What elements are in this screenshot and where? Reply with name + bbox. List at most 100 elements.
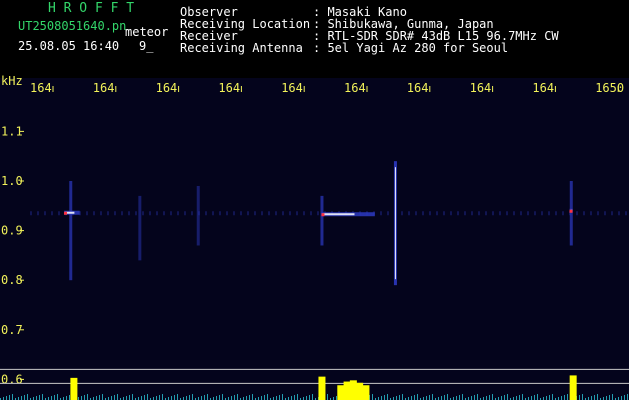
noise-floor-bar [24,395,25,400]
carrier-noise [436,211,438,216]
noise-floor-bar [207,394,208,400]
carrier-noise [296,211,298,216]
noise-floor-bar [132,394,133,400]
carrier-noise [548,211,550,216]
carrier-noise [184,211,186,216]
carrier-noise [191,211,193,216]
y-tick-label: 0.7 [1,323,23,337]
carrier-noise [233,211,235,216]
noise-floor-bar [234,395,235,400]
noise-floor-bar [399,395,400,400]
spectrogram-chart: kHz 164 164 164 164 164 164 164 164 164 1650 1.1 1… [0,74,629,400]
noise-floor-bar [189,395,190,400]
noise-floor-bar [582,394,583,400]
noise-floor-bar [294,395,295,400]
activity-bar [318,376,326,400]
noise-floor-bar [12,394,13,400]
carrier-noise [163,211,165,216]
x-tick-label: 164 [470,81,492,95]
carrier-noise [583,211,585,216]
y-tick-label: 1.1 [1,124,23,138]
noise-floor-bar [66,396,67,400]
noise-floor-bar [174,395,175,400]
carrier-noise [128,211,130,216]
x-tick-label: 164 [218,81,240,95]
noise-floor-bar [129,395,130,400]
carrier-noise [275,211,277,216]
noise-floor-bar [609,395,610,400]
noise-floor-bar [429,395,430,400]
noise-floor-bar [282,394,283,400]
carrier-noise [30,211,32,216]
y-tick-label: 1.0 [1,174,23,188]
carrier-noise [86,211,88,216]
noise-floor-bar [462,394,463,400]
noise-floor-bar [567,394,568,400]
noise-floor-bar [426,396,427,400]
noise-floor-bar [492,394,493,400]
noise-floor-bar [81,396,82,400]
noise-floor-bar [612,394,613,400]
carrier-noise [100,211,102,216]
noise-floor-bar [516,396,517,400]
carrier-noise [170,211,172,216]
noise-floor-bar [69,395,70,400]
noise-floor-bar [126,396,127,400]
carrier-noise [317,211,319,216]
noise-floor-bar [522,394,523,400]
activity-bar [356,382,364,400]
carrier-noise [499,211,501,216]
noise-floor-bar [102,394,103,400]
noise-floor-bar [561,396,562,400]
noise-floor-bar [456,396,457,400]
noise-floor-bar [474,395,475,400]
noise-floor-bar [57,394,58,400]
carrier-noise [450,211,452,216]
noise-floor-bar [6,396,7,400]
noise-floor-bar [414,395,415,400]
echo-peak [569,209,573,213]
carrier-noise [590,211,592,216]
carrier-noise [408,211,410,216]
x-tick-label: 164 [156,81,178,95]
noise-floor-bar [477,394,478,400]
activity-bar [343,381,351,400]
carrier-noise [261,211,263,216]
noise-floor-bar [276,396,277,400]
noise-floor-bar [99,395,100,400]
carrier-noise [464,211,466,216]
meteor-streak [69,181,73,281]
noise-floor-bar [417,394,418,400]
meteor-streak [138,195,142,261]
noise-floor-bar [594,395,595,400]
echo-peak [321,213,325,217]
noise-floor-bar [402,394,403,400]
noise-floor-bar [381,396,382,400]
noise-floor-bar [111,396,112,400]
carrier-noise [541,211,543,216]
noise-floor-bar [624,395,625,400]
x-tick-label: 164 [281,81,303,95]
noise-floor-bar [546,396,547,400]
noise-floor-bar [312,394,313,400]
x-tick-label: 164 [532,81,554,95]
noise-floor-bar [447,394,448,400]
noise-floor-bar [534,395,535,400]
carrier-noise [219,211,221,216]
noise-floor-bar [564,395,565,400]
noise-floor-bar [21,396,22,400]
meteor-streak [320,195,324,246]
carrier-noise [422,211,424,216]
noise-floor-bar [36,396,37,400]
noise-floor-bar [591,396,592,400]
noise-floor-bar [192,394,193,400]
meteor-streak-core [394,167,396,280]
noise-floor-bar [441,396,442,400]
noise-floor-bar [372,394,373,400]
noise-floor-bar [9,395,10,400]
noise-floor-bar [384,395,385,400]
noise-floor-bar [204,395,205,400]
carrier-noise [93,211,95,216]
noise-floor-bar [117,394,118,400]
carrier-noise [121,211,123,216]
